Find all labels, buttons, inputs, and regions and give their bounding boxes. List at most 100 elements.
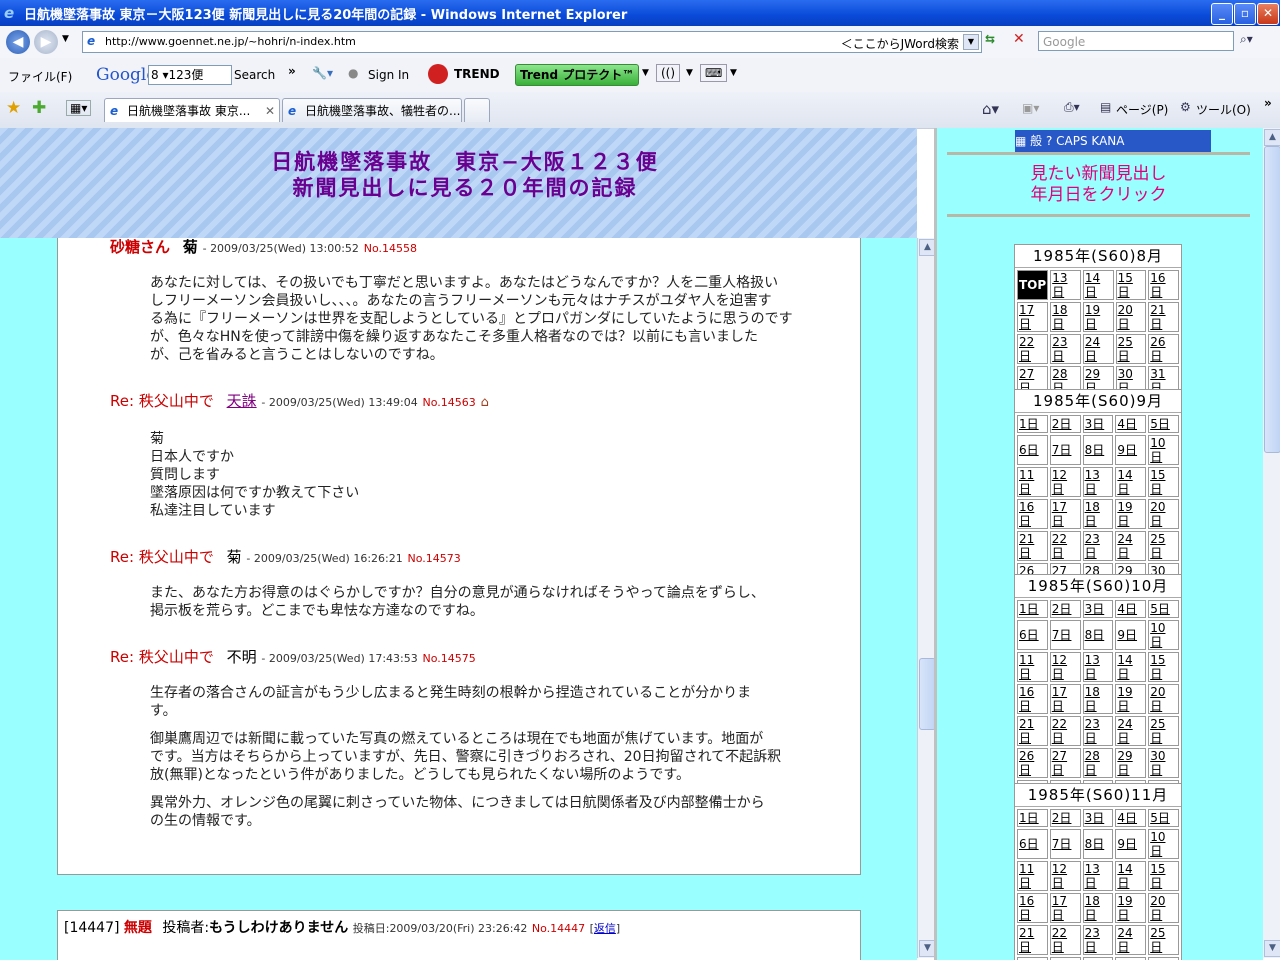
- calendar-day-link[interactable]: 13日: [1050, 270, 1081, 300]
- calendar-day-link[interactable]: 18日: [1082, 893, 1114, 923]
- protect-dropdown-icon[interactable]: ▼: [642, 68, 649, 78]
- calendar-day-link[interactable]: 23日: [1082, 531, 1114, 561]
- keyboard-icon[interactable]: ⌨: [700, 64, 728, 82]
- scroll-thumb[interactable]: [1264, 146, 1280, 453]
- scroll-up-icon[interactable]: ▲: [1264, 129, 1280, 146]
- calendar-day-link[interactable]: 12日: [1049, 861, 1081, 891]
- calendar-day-link[interactable]: 9日: [1115, 435, 1147, 465]
- calendar-day-link[interactable]: 17日: [1017, 302, 1049, 332]
- calendar-day-link[interactable]: 16日: [1017, 684, 1048, 714]
- calendar-day-link[interactable]: 5日: [1148, 600, 1179, 618]
- calendar-day-link[interactable]: 7日: [1049, 829, 1081, 859]
- calendar-day-link[interactable]: 6日: [1017, 435, 1048, 465]
- calendar-day-link[interactable]: 8日: [1082, 435, 1114, 465]
- stop-icon[interactable]: ✕: [1013, 31, 1025, 47]
- calendar-day-link[interactable]: 18日: [1050, 302, 1081, 332]
- calendar-day-link[interactable]: 23日: [1082, 925, 1114, 955]
- add-favorites-icon[interactable]: ✚: [32, 98, 46, 118]
- calendar-day-link[interactable]: 10日: [1148, 620, 1179, 650]
- keyboard-dropdown-icon[interactable]: ▼: [730, 68, 737, 78]
- calendar-day-link[interactable]: 22日: [1049, 925, 1081, 955]
- new-tab-button[interactable]: [464, 98, 490, 122]
- calendar-day-link[interactable]: 20日: [1115, 302, 1147, 332]
- calendar-day-link[interactable]: 14日: [1115, 861, 1147, 891]
- calendar-day-link[interactable]: 19日: [1115, 499, 1147, 529]
- calendar-day-link[interactable]: 26日: [1017, 748, 1048, 778]
- ime-toolbar[interactable]: ▦ 般 ? CAPS KANA: [1015, 130, 1211, 152]
- calendar-day-link[interactable]: 22日: [1017, 334, 1049, 364]
- address-input[interactable]: e http://www.goennet.ne.jp/~hohri/n-inde…: [82, 31, 982, 53]
- calendar-day-link[interactable]: 18日: [1082, 499, 1114, 529]
- jword-search-label[interactable]: ＜ここからJWord検索: [841, 35, 959, 52]
- refresh-icon[interactable]: ⇆: [985, 32, 995, 46]
- calendar-day-link[interactable]: 9日: [1115, 620, 1147, 650]
- calendar-day-link[interactable]: 11日: [1017, 652, 1048, 682]
- google-query-input[interactable]: 8 ▾123便: [148, 65, 232, 85]
- calendar-day-link[interactable]: 25日: [1148, 531, 1179, 561]
- calendar-day-link[interactable]: 4日: [1115, 600, 1147, 618]
- minimize-button[interactable]: _: [1211, 3, 1233, 25]
- calendar-day-link[interactable]: 25日: [1115, 334, 1147, 364]
- calendar-day-link[interactable]: 22日: [1049, 531, 1081, 561]
- google-search-button[interactable]: Search: [234, 68, 275, 82]
- reply-link[interactable]: 返信: [594, 922, 616, 935]
- calendar-day-link[interactable]: 18日: [1082, 684, 1114, 714]
- calendar-day-link[interactable]: 3日: [1082, 600, 1114, 618]
- calendar-day-link[interactable]: 15日: [1148, 467, 1179, 497]
- calendar-day-link[interactable]: 4日: [1115, 809, 1147, 827]
- calendar-day-link[interactable]: 20日: [1148, 684, 1179, 714]
- calendar-day-link[interactable]: 13日: [1082, 652, 1114, 682]
- favorites-star-icon[interactable]: ★: [6, 98, 21, 118]
- calendar-day-link[interactable]: 11日: [1017, 861, 1048, 891]
- calendar-day-link[interactable]: 12日: [1049, 467, 1081, 497]
- calendar-day-link[interactable]: 12日: [1049, 652, 1081, 682]
- calendar-day-link[interactable]: 8日: [1082, 829, 1114, 859]
- calendar-day-link[interactable]: 2日: [1049, 809, 1081, 827]
- calendar-day-link[interactable]: 15日: [1148, 652, 1179, 682]
- calendar-day-link[interactable]: 13日: [1082, 467, 1114, 497]
- calendar-day-link[interactable]: 17日: [1049, 893, 1081, 923]
- calendar-day-link[interactable]: 9日: [1115, 829, 1147, 859]
- calendar-day-link[interactable]: 23日: [1050, 334, 1081, 364]
- calendar-day-link[interactable]: 25日: [1148, 716, 1179, 746]
- calendar-day-link[interactable]: 14日: [1082, 270, 1114, 300]
- calendar-day-link[interactable]: 1日: [1017, 415, 1048, 433]
- sign-in-button[interactable]: Sign In: [368, 68, 409, 82]
- calendar-day-link[interactable]: 21日: [1017, 531, 1048, 561]
- calendar-top-link[interactable]: TOP: [1017, 270, 1049, 300]
- calendar-day-link[interactable]: 5日: [1148, 415, 1179, 433]
- calendar-day-link[interactable]: 24日: [1115, 531, 1147, 561]
- tab-close-icon[interactable]: ✕: [265, 99, 275, 122]
- calendar-day-link[interactable]: 27日: [1049, 748, 1081, 778]
- calendar-day-link[interactable]: 23日: [1082, 716, 1114, 746]
- calendar-day-link[interactable]: 1日: [1017, 809, 1048, 827]
- calendar-day-link[interactable]: 14日: [1115, 652, 1147, 682]
- calendar-day-link[interactable]: 22日: [1049, 716, 1081, 746]
- calendar-day-link[interactable]: 6日: [1017, 829, 1048, 859]
- calendar-day-link[interactable]: 10日: [1148, 435, 1179, 465]
- post-author-link[interactable]: 天誅: [227, 392, 257, 410]
- chevron-more-icon[interactable]: »: [288, 64, 296, 78]
- calendar-day-link[interactable]: 10日: [1148, 829, 1179, 859]
- calendar-day-link[interactable]: 24日: [1115, 716, 1147, 746]
- calendar-day-link[interactable]: 19日: [1115, 684, 1147, 714]
- calendar-day-link[interactable]: 28日: [1082, 748, 1114, 778]
- calendar-day-link[interactable]: 30日: [1148, 748, 1179, 778]
- calendar-day-link[interactable]: 2日: [1049, 415, 1081, 433]
- history-dropdown-icon[interactable]: ▼: [62, 34, 69, 44]
- search-icon[interactable]: ⌕▾: [1240, 32, 1253, 47]
- calendar-day-link[interactable]: 20日: [1148, 499, 1179, 529]
- address-dropdown-icon[interactable]: ▼: [963, 34, 979, 50]
- scroll-down-icon[interactable]: ▼: [1264, 940, 1280, 957]
- calendar-day-link[interactable]: 2日: [1049, 600, 1081, 618]
- calendar-day-link[interactable]: 15日: [1115, 270, 1147, 300]
- calendar-day-link[interactable]: 1日: [1017, 600, 1048, 618]
- main-scrollbar[interactable]: ▲ ▼: [917, 238, 936, 958]
- calendar-day-link[interactable]: 19日: [1115, 893, 1147, 923]
- rss-feed-icon[interactable]: ((): [656, 64, 681, 82]
- close-button[interactable]: ✕: [1257, 3, 1279, 25]
- calendar-day-link[interactable]: 15日: [1148, 861, 1179, 891]
- calendar-day-link[interactable]: 13日: [1082, 861, 1114, 891]
- calendar-day-link[interactable]: 16日: [1017, 893, 1048, 923]
- tab-active[interactable]: e 日航機墜落事故 東京... ✕: [104, 98, 280, 122]
